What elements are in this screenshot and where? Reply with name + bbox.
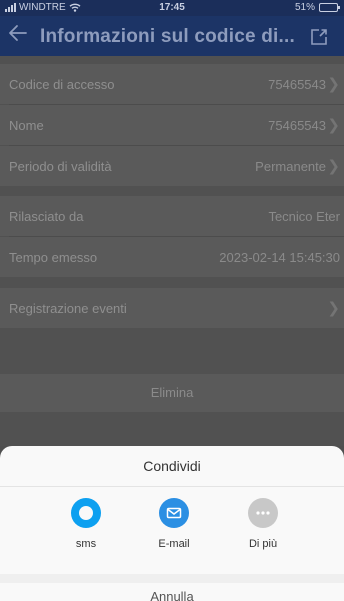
event-log-row[interactable]: Registrazione eventi ❯	[0, 288, 344, 328]
arrow-left-icon	[9, 25, 27, 41]
battery-percent: 51%	[294, 2, 315, 13]
issued-by-value: Tecnico Eter	[268, 209, 340, 224]
battery-group: 51%	[294, 2, 340, 13]
name-row[interactable]: Nome 75465543 ❯	[0, 105, 344, 145]
battery-icon	[319, 3, 340, 12]
detail-list: Codice di accesso 75465543 ❯ Nome 754655…	[0, 56, 344, 446]
ellipsis-icon	[256, 511, 270, 515]
nav-bar: Informazioni sul codice di...	[0, 16, 344, 56]
validity-row[interactable]: Periodo di validità Permanente ❯	[0, 146, 344, 186]
share-sheet-title: Condividi	[143, 458, 201, 474]
validity-label: Periodo di validità	[9, 159, 112, 174]
share-sms-button[interactable]: sms	[51, 498, 121, 550]
issued-by-label: Rilasciato da	[9, 209, 84, 224]
share-email-button[interactable]: E-mail	[139, 498, 209, 550]
export-icon	[311, 29, 327, 45]
more-icon	[248, 498, 278, 528]
name-value: 75465543	[268, 118, 326, 133]
chevron-right-icon: ❯	[327, 300, 340, 317]
sms-icon	[71, 498, 101, 528]
page-title: Informazioni sul codice di...	[40, 26, 295, 47]
chevron-right-icon: ❯	[327, 117, 340, 134]
back-button[interactable]	[6, 21, 34, 49]
cancel-button[interactable]: Annulla	[0, 589, 344, 601]
delete-button[interactable]: Elimina	[0, 374, 344, 412]
issued-time-value: 2023-02-14 15:45:30	[219, 250, 340, 265]
email-icon	[159, 498, 189, 528]
access-code-value: 75465543	[268, 77, 326, 92]
share-sms-label: sms	[75, 538, 97, 550]
clock: 17:45	[159, 2, 185, 13]
issued-by-row: Rilasciato da Tecnico Eter	[0, 196, 344, 236]
status-bar: WINDTRE 17:45 51%	[0, 0, 344, 16]
share-more-button[interactable]: Di più	[228, 498, 298, 550]
share-more-label: Di più	[248, 538, 278, 550]
chevron-right-icon: ❯	[327, 76, 340, 93]
access-code-row[interactable]: Codice di accesso 75465543 ❯	[0, 64, 344, 104]
event-log-label: Registrazione eventi	[9, 301, 127, 316]
name-label: Nome	[9, 118, 44, 133]
share-button[interactable]	[310, 28, 328, 46]
sheet-gap	[0, 574, 344, 583]
issued-time-label: Tempo emesso	[9, 250, 98, 265]
access-code-label: Codice di accesso	[9, 77, 115, 92]
share-email-label: E-mail	[158, 538, 190, 550]
chevron-right-icon: ❯	[327, 158, 340, 175]
validity-value: Permanente	[255, 159, 326, 174]
envelope-icon	[166, 507, 182, 519]
issued-time-row: Tempo emesso 2023-02-14 15:45:30	[0, 237, 344, 277]
share-sheet: Condividi sms E-mail Di più Annulla	[0, 446, 344, 601]
divider	[0, 486, 344, 487]
